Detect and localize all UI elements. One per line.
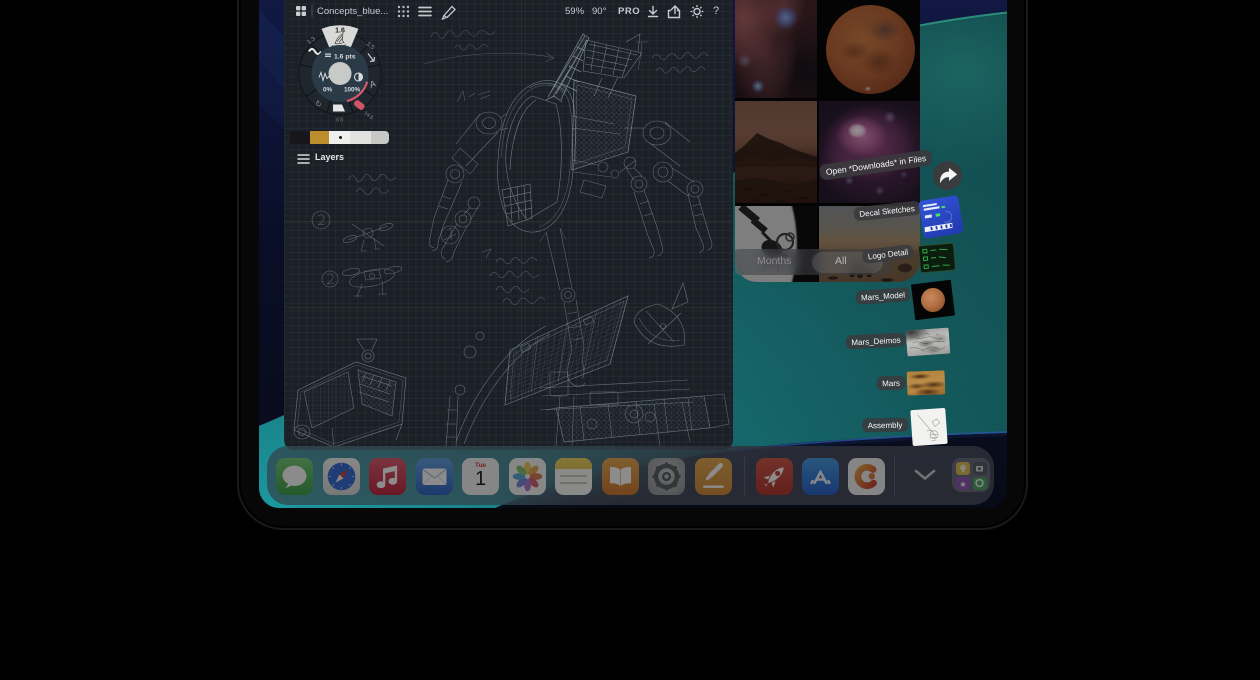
- svg-text:★: ★: [959, 480, 966, 489]
